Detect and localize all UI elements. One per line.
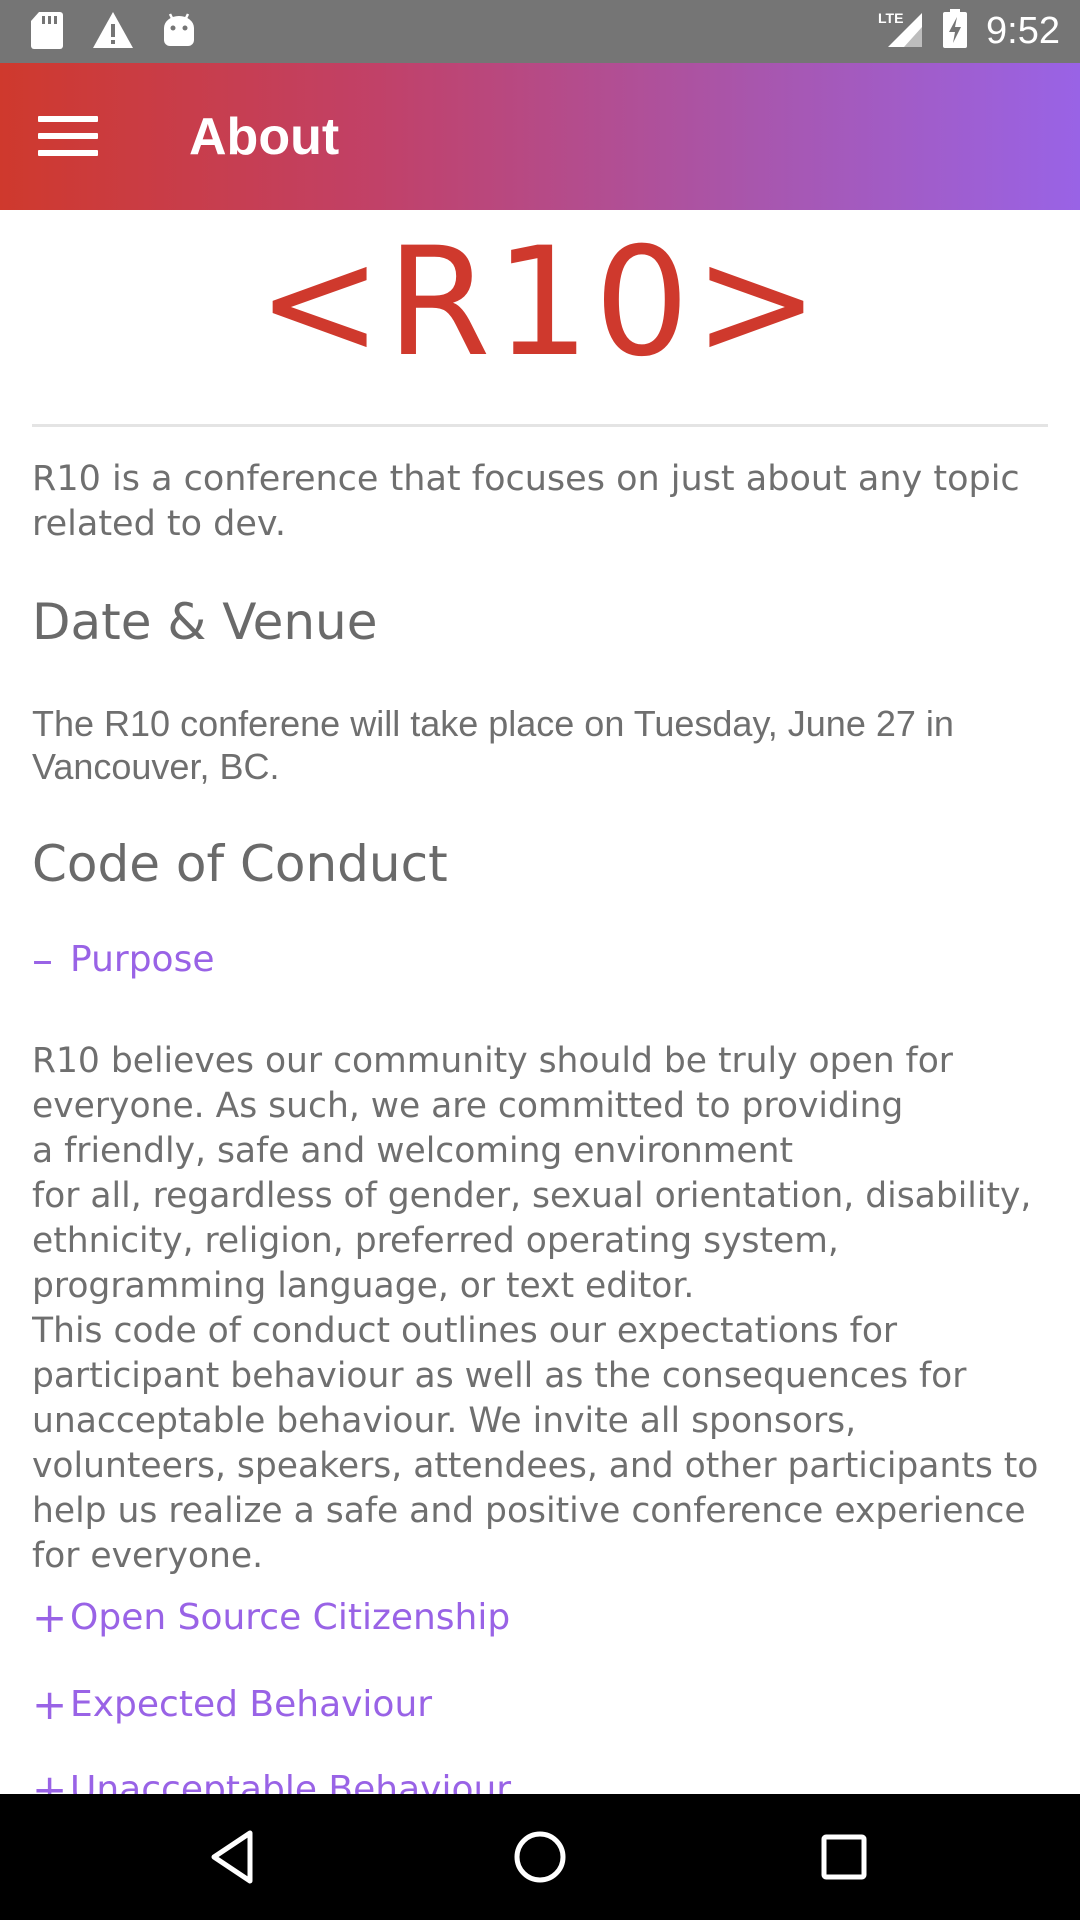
toggle-open-source-citizenship[interactable]: + Open Source Citizenship [32, 1596, 510, 1640]
about-screen: LTE 9:52 About <R10> R10 is a conference… [0, 0, 1080, 1920]
toggle-expected-behaviour[interactable]: + Expected Behaviour [32, 1683, 432, 1727]
app-bar: About [0, 63, 1080, 210]
expand-icon: + [32, 1593, 68, 1642]
collapse-icon: – [32, 935, 53, 984]
battery-charging-icon [942, 9, 968, 54]
status-bar-notifications [30, 10, 196, 55]
home-icon[interactable] [510, 1827, 570, 1887]
svg-text:LTE: LTE [878, 10, 903, 26]
recents-icon[interactable] [814, 1827, 874, 1887]
date-venue-heading: Date & Venue [32, 593, 378, 651]
status-bar-system: LTE 9:52 [878, 0, 1060, 63]
menu-icon[interactable] [38, 113, 98, 159]
about-content[interactable]: <R10> R10 is a conference that focuses o… [32, 210, 1048, 1794]
page-title: About [189, 108, 340, 166]
status-bar: LTE 9:52 [0, 0, 1080, 63]
sd-card-icon [30, 10, 64, 55]
navigation-bar [0, 1794, 1080, 1920]
section-title-unacceptable-behaviour: Unacceptable Behaviour [70, 1769, 512, 1794]
section-title-purpose: Purpose [70, 939, 215, 980]
alert-icon [92, 11, 134, 54]
toggle-unacceptable-behaviour[interactable]: + Unacceptable Behaviour [32, 1765, 512, 1795]
back-icon[interactable] [206, 1827, 266, 1887]
status-time: 9:52 [986, 10, 1060, 52]
intro-text: R10 is a conference that focuses on just… [32, 459, 1020, 544]
android-icon [162, 12, 196, 53]
expand-icon: + [32, 1765, 68, 1795]
date-venue-text: The R10 conferene will take place on Tue… [32, 703, 954, 787]
code-of-conduct-heading: Code of Conduct [32, 835, 448, 893]
purpose-text: R10 believes our community should be tru… [32, 1041, 1039, 1576]
logo-divider [32, 424, 1048, 427]
r10-logo: <R10> [256, 216, 824, 390]
signal-icon: LTE [878, 9, 924, 54]
toggle-purpose[interactable]: – Purpose [32, 938, 214, 982]
expand-icon: + [32, 1680, 68, 1729]
section-title-expected-behaviour: Expected Behaviour [70, 1684, 433, 1725]
section-title-open-source-citizenship: Open Source Citizenship [70, 1597, 511, 1638]
